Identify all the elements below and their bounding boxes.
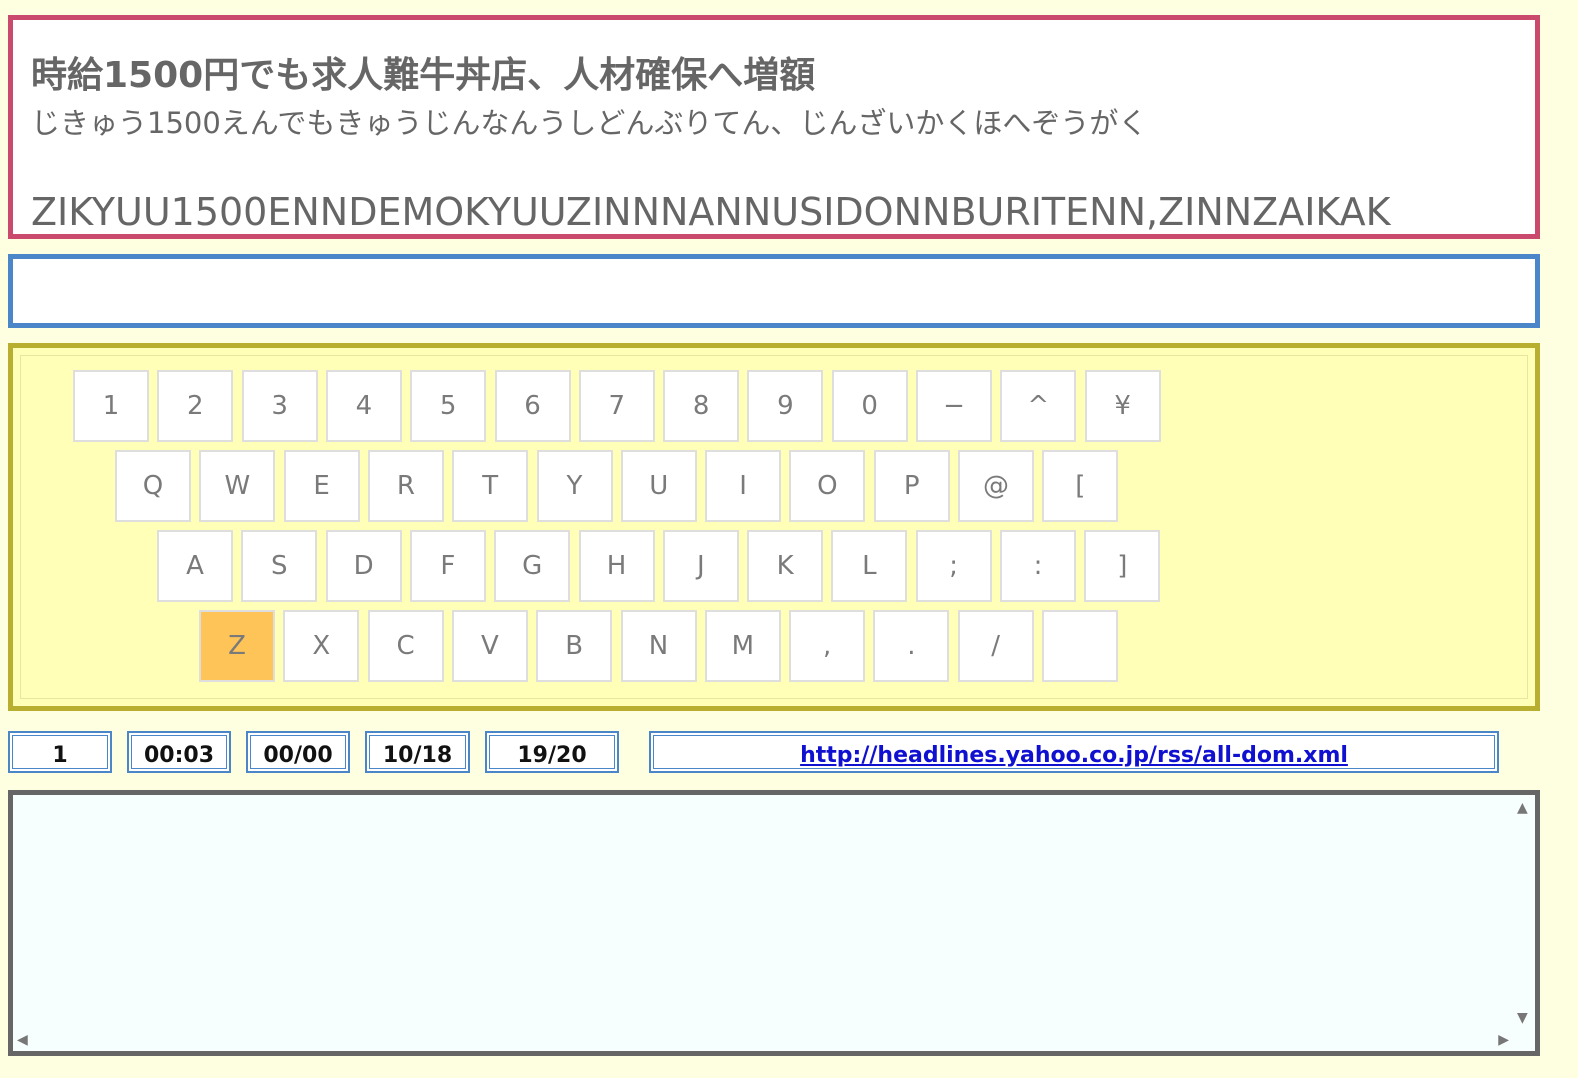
key-row1-8-9[interactable]: 9 (747, 370, 824, 442)
feed-url-box: http://headlines.yahoo.co.jp/rss/all-dom… (649, 731, 1499, 773)
headline-panel: 時給1500円でも求人難牛丼店、人材確保へ増額 じきゅう1500えんでもきゅうじ… (8, 15, 1540, 239)
key-row3-3-f[interactable]: F (409, 530, 486, 602)
key-row2-2-e[interactable]: E (283, 450, 360, 522)
key-row4-1-x[interactable]: X (283, 610, 360, 682)
key-row1-0-1[interactable]: 1 (73, 370, 149, 442)
key-row1-4-5[interactable]: 5 (410, 370, 487, 442)
key-row3-2-d[interactable]: D (325, 530, 402, 602)
key-row4-0-z[interactable]: Z (199, 610, 275, 682)
key-row4-6-m[interactable]: M (704, 610, 781, 682)
key-row2-11-5b[interactable]: [ (1042, 450, 1119, 522)
key-row2-3-r[interactable]: R (367, 450, 444, 522)
article-counter: 19/20 (485, 731, 619, 773)
key-row4-5-n[interactable]: N (620, 610, 697, 682)
key-row4-3-v[interactable]: V (451, 610, 528, 682)
key-row4-9-2f[interactable]: / (957, 610, 1034, 682)
key-row2-6-u[interactable]: U (620, 450, 697, 522)
key-row1-10-e28892[interactable]: − (916, 370, 992, 442)
progress-counter: 10/18 (365, 731, 470, 773)
log-textarea[interactable]: ▲ ▼ ◀ ▶ (8, 790, 1540, 1056)
headline-kana: じきゅう1500えんでもきゅうじんなんうしどんぶりてん、じんざいかくほへぞうがく (31, 106, 1148, 140)
key-row3-11-5d[interactable]: ] (1084, 530, 1161, 602)
key-row2-1-w[interactable]: W (199, 450, 276, 522)
key-row3-4-g[interactable]: G (494, 530, 571, 602)
key-row2-7-i[interactable]: I (705, 450, 782, 522)
key-row1-3-4[interactable]: 4 (325, 370, 402, 442)
timer-display: 00:03 (127, 731, 231, 773)
scroll-down-arrow-icon[interactable]: ▼ (1517, 1011, 1528, 1025)
virtual-keyboard: 1 2 3 4 5 6 7 8 9 0− ^ ¥ Q W E R T Y U I O P @[ A S D F G H J K L;:] Z X C… (8, 343, 1540, 711)
vertical-scrollbar[interactable]: ▲ ▼ (1513, 795, 1535, 1029)
key-row2-4-t[interactable]: T (452, 450, 529, 522)
scroll-up-arrow-icon[interactable]: ▲ (1517, 801, 1528, 815)
key-row1-2-3[interactable]: 3 (241, 370, 318, 442)
scroll-right-arrow-icon[interactable]: ▶ (1498, 1033, 1509, 1047)
key-row3-5-h[interactable]: H (578, 530, 655, 602)
key-row3-6-j[interactable]: J (662, 530, 739, 602)
key-row4-4-b[interactable]: B (536, 610, 613, 682)
key-row1-7-8[interactable]: 8 (663, 370, 740, 442)
key-row1-11-5e[interactable]: ^ (1000, 370, 1077, 442)
feed-url-link[interactable]: http://headlines.yahoo.co.jp/rss/all-dom… (800, 743, 1348, 768)
key-row2-8-o[interactable]: O (789, 450, 866, 522)
scroll-left-arrow-icon[interactable]: ◀ (17, 1033, 28, 1047)
count-value: 1 (52, 742, 68, 768)
headline-romaji: ZIKYUU1500ENNDEMOKYUUZINNNANNUSIDONNBURI… (31, 190, 1391, 234)
count-display: 1 (8, 731, 112, 773)
key-row1-12-c2a5[interactable]: ¥ (1084, 370, 1161, 442)
progress-value: 10/18 (382, 742, 453, 768)
key-row2-9-p[interactable]: P (873, 450, 950, 522)
key-row1-5-6[interactable]: 6 (494, 370, 571, 442)
key-row3-1-s[interactable]: S (241, 530, 318, 602)
key-row1-6-7[interactable]: 7 (578, 370, 655, 442)
horizontal-scrollbar[interactable]: ◀ ▶ (13, 1029, 1513, 1051)
key-row4-2-c[interactable]: C (367, 610, 444, 682)
key-row4-7-2c[interactable]: , (789, 610, 866, 682)
key-row1-9-0[interactable]: 0 (831, 370, 908, 442)
key-row3-9-3b[interactable]: ; (915, 530, 992, 602)
key-row2-5-y[interactable]: Y (536, 450, 613, 522)
miss-counter: 00/00 (246, 731, 350, 773)
timer-value: 00:03 (143, 742, 215, 768)
key-row4-10-blank[interactable] (1042, 610, 1118, 682)
key-row3-0-a[interactable]: A (157, 530, 233, 602)
headline-kanji: 時給1500円でも求人難牛丼店、人材確保へ増額 (31, 55, 816, 96)
key-row3-10-3a[interactable]: : (1000, 530, 1076, 602)
key-row1-1-2[interactable]: 2 (157, 370, 234, 442)
key-row3-7-k[interactable]: K (747, 530, 824, 602)
article-value: 19/20 (517, 742, 587, 768)
key-row2-0-q[interactable]: Q (115, 450, 191, 522)
key-row4-8-.[interactable]: . (873, 610, 950, 682)
miss-value: 00/00 (263, 742, 333, 768)
key-row2-10-40[interactable]: @ (958, 450, 1034, 522)
key-row3-8-l[interactable]: L (831, 530, 908, 602)
typing-input-area[interactable] (8, 254, 1540, 328)
